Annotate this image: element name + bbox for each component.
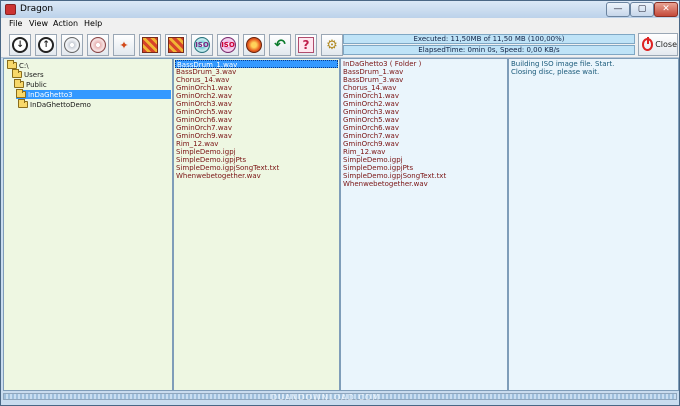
watermark: DUANDOWNLOAD.COM bbox=[271, 393, 381, 402]
iso-item[interactable]: BassDrum_3.wav bbox=[342, 76, 403, 84]
dragon-app-icon bbox=[5, 4, 16, 15]
file-item[interactable]: Whenwebetogether.wav bbox=[175, 172, 261, 180]
iso-item[interactable]: GminOrch5.wav bbox=[342, 116, 399, 124]
create-iso-button[interactable]: ISO bbox=[191, 34, 213, 56]
power-icon bbox=[642, 37, 654, 51]
iso-item[interactable]: Whenwebetogether.wav bbox=[342, 180, 428, 188]
file-item[interactable]: GminOrch7.wav bbox=[175, 124, 232, 132]
close-button[interactable]: Close bbox=[638, 33, 678, 56]
help-icon: ? bbox=[298, 37, 314, 53]
undo-icon: ↶ bbox=[274, 37, 286, 53]
maximize-button[interactable]: ▢ bbox=[630, 2, 654, 17]
iso-item[interactable]: SimpleDemo.igpjPts bbox=[342, 164, 413, 172]
file-item[interactable]: GminOrch1.wav bbox=[175, 84, 232, 92]
erase-disc-button[interactable] bbox=[61, 34, 83, 56]
log-line: Closing disc, please wait. bbox=[511, 68, 600, 76]
folder-icon bbox=[16, 89, 26, 98]
minimize-button[interactable]: — bbox=[606, 2, 630, 17]
iso-item[interactable]: GminOrch3.wav bbox=[342, 108, 399, 116]
iso-item[interactable]: Chorus_14.wav bbox=[342, 84, 396, 92]
iso-disc-red-icon: ISO bbox=[220, 37, 236, 53]
window-title: Dragon bbox=[20, 4, 54, 14]
tree-item-public[interactable]: Public bbox=[14, 79, 171, 89]
menu-help[interactable]: Help bbox=[84, 19, 102, 28]
menu-file[interactable]: File bbox=[9, 19, 22, 28]
undo-button[interactable]: ↶ bbox=[269, 34, 291, 56]
move-up-button[interactable]: ↑ bbox=[35, 34, 57, 56]
menu-bar: File View Action Help bbox=[1, 18, 679, 31]
tree-item-users[interactable]: Users bbox=[12, 69, 171, 79]
close-label: Close bbox=[655, 40, 677, 49]
file-item[interactable]: BassDrum_3.wav bbox=[175, 68, 236, 76]
iso-item[interactable]: GminOrch2.wav bbox=[342, 100, 399, 108]
file-item[interactable]: SimpleDemo.igpjSongText.txt bbox=[175, 164, 279, 172]
folder-icon bbox=[14, 79, 24, 88]
move-down-button[interactable]: ↓ bbox=[9, 34, 31, 56]
iso-item[interactable]: SimpleDemo.igpj bbox=[342, 156, 403, 164]
file-item[interactable]: Rim_12.wav bbox=[175, 140, 218, 148]
executed-status: Executed: 11,50MB of 11,50 MB (100,00%) bbox=[343, 34, 635, 44]
iso-item[interactable]: GminOrch6.wav bbox=[342, 124, 399, 132]
folder-icon bbox=[7, 60, 17, 69]
menu-action[interactable]: Action bbox=[53, 19, 78, 28]
folder-icon bbox=[18, 99, 28, 108]
up-arrow-icon: ↑ bbox=[38, 37, 54, 53]
disc-erase-icon bbox=[64, 37, 80, 53]
file-item[interactable]: SimpleDemo.igpjPts bbox=[175, 156, 246, 164]
log-panel: Building ISO image file. Start. Closing … bbox=[508, 58, 679, 391]
disc-info-button[interactable] bbox=[87, 34, 109, 56]
grid-cross-button[interactable] bbox=[165, 34, 187, 56]
grid-icon bbox=[142, 37, 158, 53]
file-item[interactable]: Chorus_14.wav bbox=[175, 76, 229, 84]
tree-item-indaghetto3[interactable]: InDaGhetto3 bbox=[16, 89, 171, 99]
down-arrow-icon: ↓ bbox=[12, 37, 28, 53]
title-bar: Dragon — ▢ ✕ bbox=[1, 1, 679, 18]
burn-disc-icon bbox=[246, 37, 262, 53]
grid-button[interactable] bbox=[139, 34, 161, 56]
iso-item[interactable]: GminOrch9.wav bbox=[342, 140, 399, 148]
file-list[interactable]: BassDrum_1.wav BassDrum_3.wav Chorus_14.… bbox=[173, 58, 340, 391]
elapsed-status: ElapsedTime: 0min 0s, Speed: 0,00 KB/s bbox=[343, 45, 635, 55]
iso-content-list[interactable]: InDaGhetto3 ( Folder ) BassDrum_1.wav Ba… bbox=[340, 58, 508, 391]
file-item[interactable]: GminOrch6.wav bbox=[175, 116, 232, 124]
log-line: Building ISO image file. Start. bbox=[511, 60, 615, 68]
settings-button[interactable]: ⚙ bbox=[321, 34, 343, 56]
folder-icon bbox=[12, 69, 22, 78]
file-item[interactable]: GminOrch2.wav bbox=[175, 92, 232, 100]
file-item[interactable]: SimpleDemo.igpj bbox=[175, 148, 236, 156]
iso-item[interactable]: BassDrum_1.wav bbox=[342, 68, 403, 76]
file-item[interactable]: GminOrch3.wav bbox=[175, 100, 232, 108]
settings-gears-icon: ⚙ bbox=[326, 37, 338, 53]
burn-iso-button[interactable]: ISO bbox=[217, 34, 239, 56]
folder-tree[interactable]: C:\ Users Public InDaGhetto3 InDaGhettoD… bbox=[3, 58, 173, 391]
iso-item[interactable]: SimpleDemo.igpjSongText.txt bbox=[342, 172, 446, 180]
status-panel: Executed: 11,50MB of 11,50 MB (100,00%) … bbox=[343, 34, 635, 55]
iso-disc-icon: ISO bbox=[194, 37, 210, 53]
grid-cross-icon bbox=[168, 37, 184, 53]
burn-button[interactable]: ✦ bbox=[113, 34, 135, 56]
iso-item[interactable]: GminOrch1.wav bbox=[342, 92, 399, 100]
file-item[interactable]: BassDrum_1.wav bbox=[175, 60, 338, 69]
help-button[interactable]: ? bbox=[295, 34, 317, 56]
app-window: Dragon — ▢ ✕ File View Action Help ↓ ↑ ✦… bbox=[0, 0, 680, 406]
burn-disc-button[interactable] bbox=[243, 34, 265, 56]
iso-item[interactable]: GminOrch7.wav bbox=[342, 132, 399, 140]
file-item[interactable]: GminOrch9.wav bbox=[175, 132, 232, 140]
disc-red-icon bbox=[90, 37, 106, 53]
file-item[interactable]: GminOrch5.wav bbox=[175, 108, 232, 116]
burn-flame-icon: ✦ bbox=[119, 38, 129, 52]
iso-item[interactable]: Rim_12.wav bbox=[342, 148, 385, 156]
menu-view[interactable]: View bbox=[29, 19, 48, 28]
tree-item-indaghettodemo[interactable]: InDaGhettoDemo bbox=[18, 99, 171, 109]
iso-item[interactable]: InDaGhetto3 ( Folder ) bbox=[342, 60, 421, 68]
tree-item-c-drive[interactable]: C:\ bbox=[7, 60, 171, 70]
window-close-button[interactable]: ✕ bbox=[654, 2, 678, 17]
